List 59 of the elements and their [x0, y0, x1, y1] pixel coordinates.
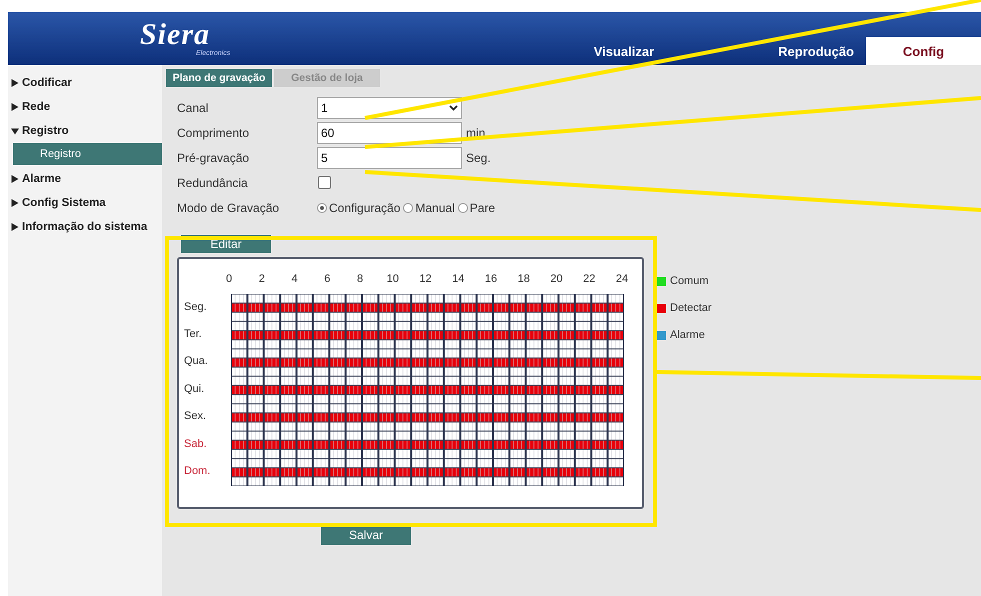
nav-tab[interactable]: Config — [866, 37, 981, 65]
hour-label: 16 — [484, 273, 498, 285]
sidebar-item[interactable]: Informação do sistema — [8, 215, 162, 239]
radio-button[interactable] — [458, 202, 468, 212]
field-label: Pré-gravação — [177, 150, 250, 164]
sidebar-item[interactable]: Rede — [8, 95, 162, 119]
caret-right-icon — [11, 103, 19, 111]
sidebar-item[interactable]: Codificar — [8, 71, 162, 95]
radio-label: Manual — [415, 200, 455, 214]
hour-label: 4 — [291, 273, 298, 285]
field-label: Comprimento — [177, 126, 250, 140]
sidebar-item[interactable]: Registro — [8, 119, 162, 143]
hour-label: 0 — [226, 273, 232, 285]
save-button[interactable]: Salvar — [321, 525, 411, 545]
hour-label: 24 — [616, 273, 628, 285]
caret-right-icon — [11, 175, 19, 183]
hour-label: 14 — [452, 273, 464, 285]
caret-down-icon — [11, 127, 19, 135]
logo: Siera — [140, 20, 210, 50]
nav-tab[interactable]: Reprodução — [766, 37, 866, 65]
radio-button[interactable] — [403, 202, 414, 212]
chevron-icon — [449, 104, 458, 110]
unit-label: Seg. — [466, 150, 491, 164]
sidebar-subitem[interactable]: Registro — [13, 143, 162, 165]
legend-label: Alarme — [670, 329, 705, 341]
field-label: Modo de Gravação — [177, 200, 280, 214]
schedule-grid[interactable] — [231, 294, 624, 486]
hour-label: 10 — [386, 273, 399, 285]
day-label: Qua. — [184, 354, 209, 370]
day-label: Ter. — [184, 327, 203, 342]
day-label: Seg. — [184, 300, 208, 315]
hour-label: 20 — [550, 273, 563, 285]
sidebar-item[interactable]: Alarme — [8, 167, 162, 191]
input-field[interactable]: 60 — [317, 122, 462, 144]
hour-label: 18 — [518, 273, 530, 285]
day-label: Sab. — [184, 436, 208, 452]
legend-label: Comum — [670, 275, 709, 287]
hour-label: 12 — [419, 273, 432, 285]
field-label: Redundância — [177, 176, 249, 190]
radio-label: Configuração — [329, 200, 400, 214]
sidebar-item[interactable]: Config Sistema — [8, 191, 162, 215]
checkbox[interactable] — [318, 176, 331, 189]
radio-label: Pare — [470, 200, 496, 214]
input-field[interactable]: 5 — [317, 146, 462, 168]
hour-label: 8 — [356, 273, 364, 285]
field-label: Canal — [177, 100, 210, 114]
tab[interactable]: Plano de gravação — [166, 69, 272, 87]
caret-right-icon — [11, 79, 19, 87]
radio-button[interactable] — [317, 202, 327, 212]
legend-label: Detectar — [670, 302, 712, 314]
hour-label: 2 — [258, 273, 265, 285]
hour-label: 6 — [324, 273, 330, 285]
day-label: Sex. — [184, 409, 208, 424]
caret-right-icon — [11, 223, 19, 231]
caret-right-icon — [11, 199, 19, 207]
hour-label: 22 — [583, 273, 596, 285]
nav-tab[interactable]: Visualizar — [582, 37, 666, 65]
day-label: Dom. — [184, 464, 210, 480]
day-label: Qui. — [184, 382, 206, 397]
